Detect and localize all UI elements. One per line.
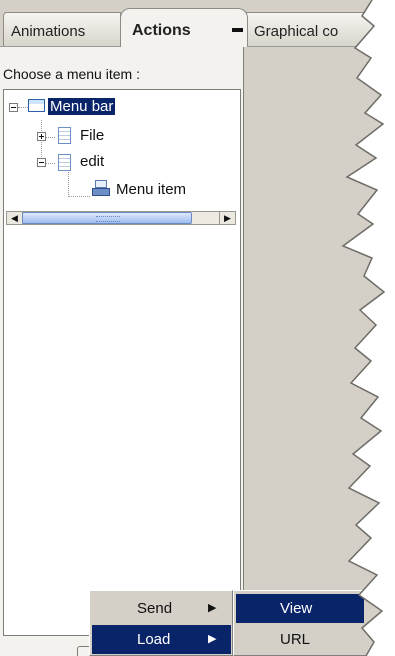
menu-item-label: Send (137, 600, 173, 617)
menu-bar-icon (28, 99, 45, 112)
menu-tree[interactable]: Menu bar File edit Menu item ◀ ▶ (3, 89, 241, 636)
document-icon (58, 127, 71, 144)
minimize-icon[interactable] (232, 28, 243, 32)
tree-connector (18, 107, 28, 109)
scrollbar-thumb[interactable] (22, 212, 192, 224)
tree-item-label: Menu bar (48, 98, 116, 115)
tab-graphical[interactable]: Graphical co (246, 12, 395, 46)
tree-item-label: File (80, 127, 105, 144)
scroll-right-arrow-icon[interactable]: ▶ (219, 212, 235, 224)
content-area (244, 47, 395, 656)
scroll-left-arrow-icon[interactable]: ◀ (7, 212, 23, 224)
menu-item-label: View (280, 600, 313, 617)
menu-item-url[interactable]: URL (236, 625, 364, 654)
tab-actions-label: Actions (132, 22, 191, 39)
tree-connector (68, 170, 70, 197)
menu-item-send[interactable]: Send ▶ (92, 594, 231, 623)
tree-connector (46, 137, 55, 139)
panel-label: Choose a menu item : (3, 66, 140, 82)
tree-item-file[interactable]: File (80, 124, 104, 148)
submenu: View URL (233, 590, 395, 656)
menu-item-view[interactable]: View (236, 594, 364, 623)
submenu-arrow-icon: ▶ (208, 602, 217, 614)
expand-icon[interactable] (37, 132, 46, 141)
submenu-arrow-icon: ▶ (208, 633, 217, 645)
app-window: Animations Actions Graphical co Choose a… (0, 0, 395, 656)
screenshot-stage: Animations Actions Graphical co Choose a… (0, 0, 395, 656)
collapse-icon[interactable] (9, 103, 18, 112)
menu-item-label: URL (280, 631, 311, 648)
tab-bar: Animations Actions Graphical co (0, 0, 395, 47)
tree-item-menu-bar[interactable]: Menu bar (48, 95, 116, 119)
horizontal-scrollbar[interactable]: ◀ ▶ (6, 211, 236, 225)
menu-item-label: Load (137, 631, 171, 648)
tree-connector (68, 196, 90, 198)
grip-icon (96, 216, 120, 222)
tree-item-label: Menu item (116, 181, 187, 198)
tree-connector (41, 120, 43, 163)
document-icon (58, 154, 71, 171)
tab-animations[interactable]: Animations (3, 12, 121, 46)
tree-item-label: edit (80, 153, 105, 170)
tree-item-edit[interactable]: edit (80, 150, 104, 174)
printer-icon (92, 180, 110, 197)
tree-item-menu-item[interactable]: Menu item (116, 178, 186, 202)
tree-connector (46, 163, 55, 165)
context-menu: Send ▶ Load ▶ (89, 590, 233, 656)
tab-actions[interactable]: Actions (120, 8, 248, 47)
menu-item-load[interactable]: Load ▶ (92, 625, 231, 654)
menu-item-panel: Choose a menu item : Menu bar File edit … (0, 47, 244, 656)
collapse-icon[interactable] (37, 158, 46, 167)
